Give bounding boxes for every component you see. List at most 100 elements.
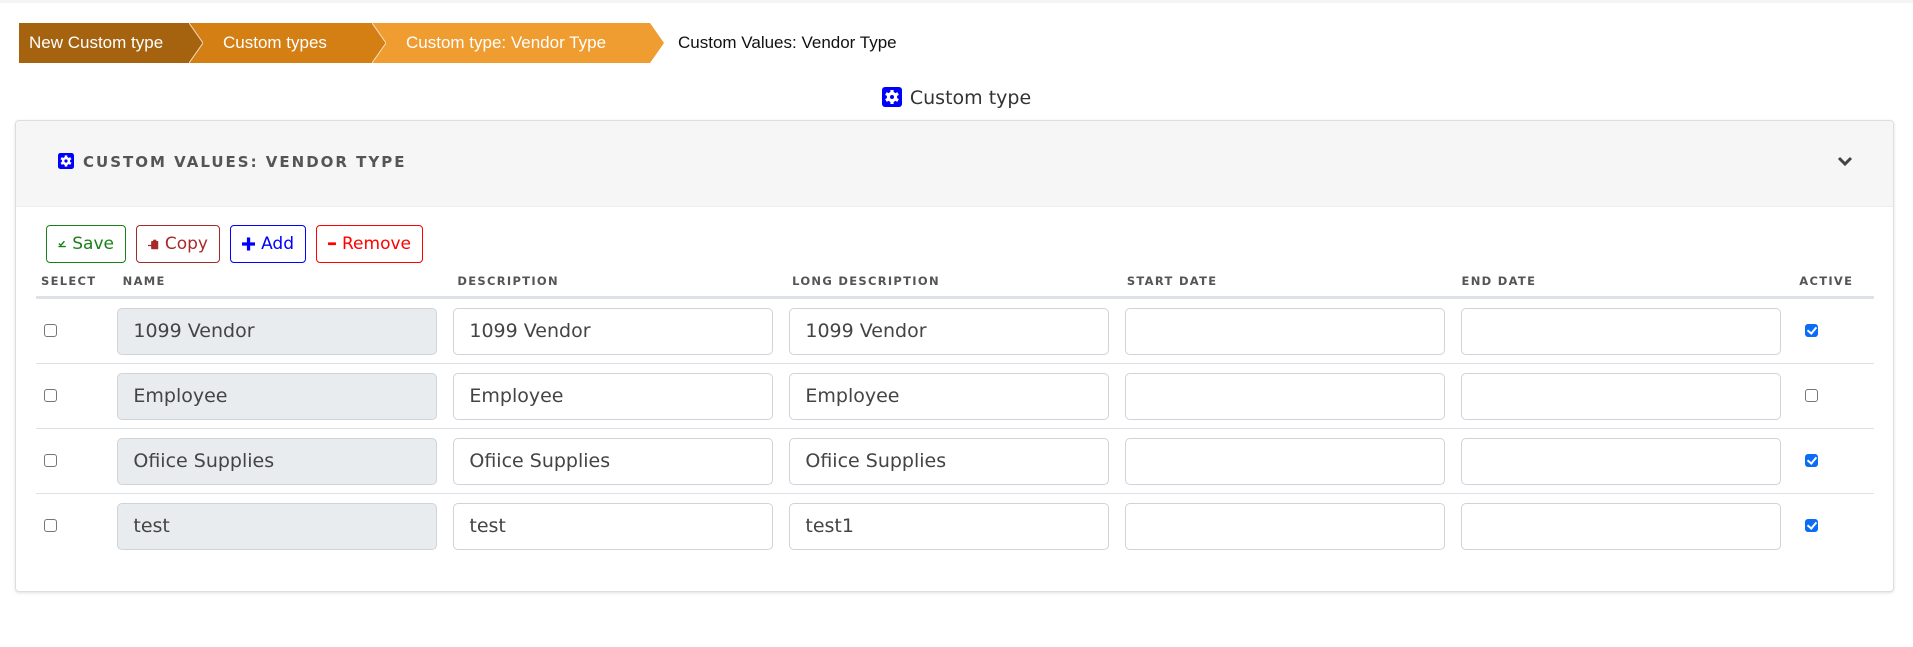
save-check-icon bbox=[58, 240, 66, 248]
custom-values-card: Custom Values: Vendor Type Save Copy Add… bbox=[15, 120, 1894, 592]
table-row bbox=[36, 299, 1874, 364]
breadcrumb-current: Custom Values: Vendor Type bbox=[650, 23, 913, 63]
select-checkbox[interactable] bbox=[44, 388, 57, 402]
end-date-input[interactable] bbox=[1461, 307, 1782, 355]
end-date-cell bbox=[1461, 307, 1797, 355]
description-cell bbox=[453, 502, 789, 550]
long-description-cell bbox=[789, 307, 1125, 355]
minus-icon bbox=[328, 242, 336, 246]
name-cell bbox=[117, 437, 453, 485]
long-description-cell bbox=[789, 437, 1125, 485]
long-description-input[interactable] bbox=[789, 437, 1110, 485]
remove-label: Remove bbox=[342, 234, 411, 254]
plus-icon bbox=[242, 237, 256, 251]
breadcrumb-label: Custom Values: Vendor Type bbox=[678, 33, 897, 52]
table-row bbox=[36, 494, 1874, 558]
long-description-cell bbox=[789, 372, 1125, 420]
name-cell bbox=[117, 502, 453, 550]
description-input[interactable] bbox=[453, 502, 774, 550]
name-input[interactable] bbox=[117, 437, 438, 485]
name-input[interactable] bbox=[117, 307, 438, 355]
name-cell bbox=[117, 307, 453, 355]
chevron-down-icon[interactable] bbox=[1835, 151, 1855, 171]
toolbar: Save Copy Add Remove bbox=[46, 225, 423, 263]
name-cell bbox=[117, 372, 453, 420]
active-checkbox[interactable] bbox=[1805, 453, 1819, 467]
breadcrumb-label: New Custom type bbox=[29, 33, 164, 52]
select-checkbox[interactable] bbox=[44, 323, 57, 337]
breadcrumb: New Custom type Custom types Custom type… bbox=[19, 23, 913, 63]
breadcrumb-custom-type-vendor-type[interactable]: Custom type: Vendor Type bbox=[372, 23, 664, 63]
copy-label: Copy bbox=[164, 234, 208, 254]
select-cell bbox=[36, 517, 117, 536]
end-date-cell bbox=[1461, 502, 1797, 550]
active-cell bbox=[1797, 517, 1874, 536]
select-cell bbox=[36, 452, 117, 471]
name-input[interactable] bbox=[117, 372, 438, 420]
start-date-cell bbox=[1125, 437, 1461, 485]
remove-button[interactable]: Remove bbox=[316, 225, 423, 263]
table-row bbox=[36, 429, 1874, 494]
long-description-cell bbox=[789, 502, 1125, 550]
card-title-label: Custom Values: Vendor Type bbox=[83, 153, 407, 171]
long-description-input[interactable] bbox=[789, 372, 1110, 420]
active-checkbox[interactable] bbox=[1805, 388, 1819, 402]
copy-button[interactable]: Copy bbox=[136, 225, 220, 263]
active-cell bbox=[1797, 387, 1874, 406]
save-label: Save bbox=[72, 234, 114, 254]
long-description-input[interactable] bbox=[789, 502, 1110, 550]
start-date-input[interactable] bbox=[1125, 307, 1446, 355]
description-input[interactable] bbox=[453, 437, 774, 485]
column-header-active: Active bbox=[1799, 274, 1854, 288]
description-input[interactable] bbox=[453, 307, 774, 355]
save-button[interactable]: Save bbox=[46, 225, 126, 263]
description-cell bbox=[453, 372, 789, 420]
card-header[interactable]: Custom Values: Vendor Type bbox=[16, 121, 1893, 207]
name-input[interactable] bbox=[117, 502, 438, 550]
breadcrumb-arrow bbox=[650, 23, 664, 63]
start-date-cell bbox=[1125, 307, 1461, 355]
start-date-input[interactable] bbox=[1125, 437, 1446, 485]
end-date-cell bbox=[1461, 437, 1797, 485]
breadcrumb-label: Custom type: Vendor Type bbox=[406, 33, 607, 52]
card-title: Custom Values: Vendor Type bbox=[58, 153, 407, 173]
description-cell bbox=[453, 307, 789, 355]
start-date-cell bbox=[1125, 372, 1461, 420]
end-date-input[interactable] bbox=[1461, 437, 1782, 485]
end-date-input[interactable] bbox=[1461, 372, 1782, 420]
table-row bbox=[36, 364, 1874, 429]
add-button[interactable]: Add bbox=[230, 225, 306, 263]
breadcrumb-custom-types[interactable]: Custom types bbox=[189, 23, 386, 63]
column-header-name: Name bbox=[122, 274, 166, 288]
gear-icon bbox=[58, 153, 74, 173]
active-checkbox[interactable] bbox=[1805, 323, 1819, 337]
active-checkbox[interactable] bbox=[1805, 518, 1819, 532]
description-cell bbox=[453, 437, 789, 485]
column-header-start-date: Start Date bbox=[1126, 274, 1218, 288]
breadcrumb-arrow bbox=[189, 23, 203, 63]
select-checkbox[interactable] bbox=[44, 453, 57, 467]
select-checkbox[interactable] bbox=[44, 518, 57, 532]
long-description-input[interactable] bbox=[789, 307, 1110, 355]
description-input[interactable] bbox=[453, 372, 774, 420]
end-date-cell bbox=[1461, 372, 1797, 420]
column-header-description: Description bbox=[457, 274, 559, 288]
table-body bbox=[36, 299, 1874, 558]
end-date-input[interactable] bbox=[1461, 502, 1782, 550]
clipboard-icon bbox=[148, 239, 159, 249]
start-date-input[interactable] bbox=[1125, 502, 1446, 550]
active-cell bbox=[1797, 452, 1874, 471]
breadcrumb-arrow bbox=[372, 23, 386, 63]
page-title: Custom type bbox=[0, 87, 1913, 112]
breadcrumb-new-custom-type[interactable]: New Custom type bbox=[19, 23, 203, 63]
start-date-cell bbox=[1125, 502, 1461, 550]
table-header: Select Name Description Long Description… bbox=[36, 266, 1874, 299]
column-header-select: Select bbox=[41, 274, 97, 288]
select-cell bbox=[36, 387, 117, 406]
add-label: Add bbox=[261, 234, 294, 254]
column-header-end-date: End Date bbox=[1461, 274, 1537, 288]
start-date-input[interactable] bbox=[1125, 372, 1446, 420]
gear-icon bbox=[881, 87, 902, 112]
breadcrumb-label: Custom types bbox=[223, 33, 327, 52]
custom-values-table: Select Name Description Long Description… bbox=[36, 266, 1874, 558]
